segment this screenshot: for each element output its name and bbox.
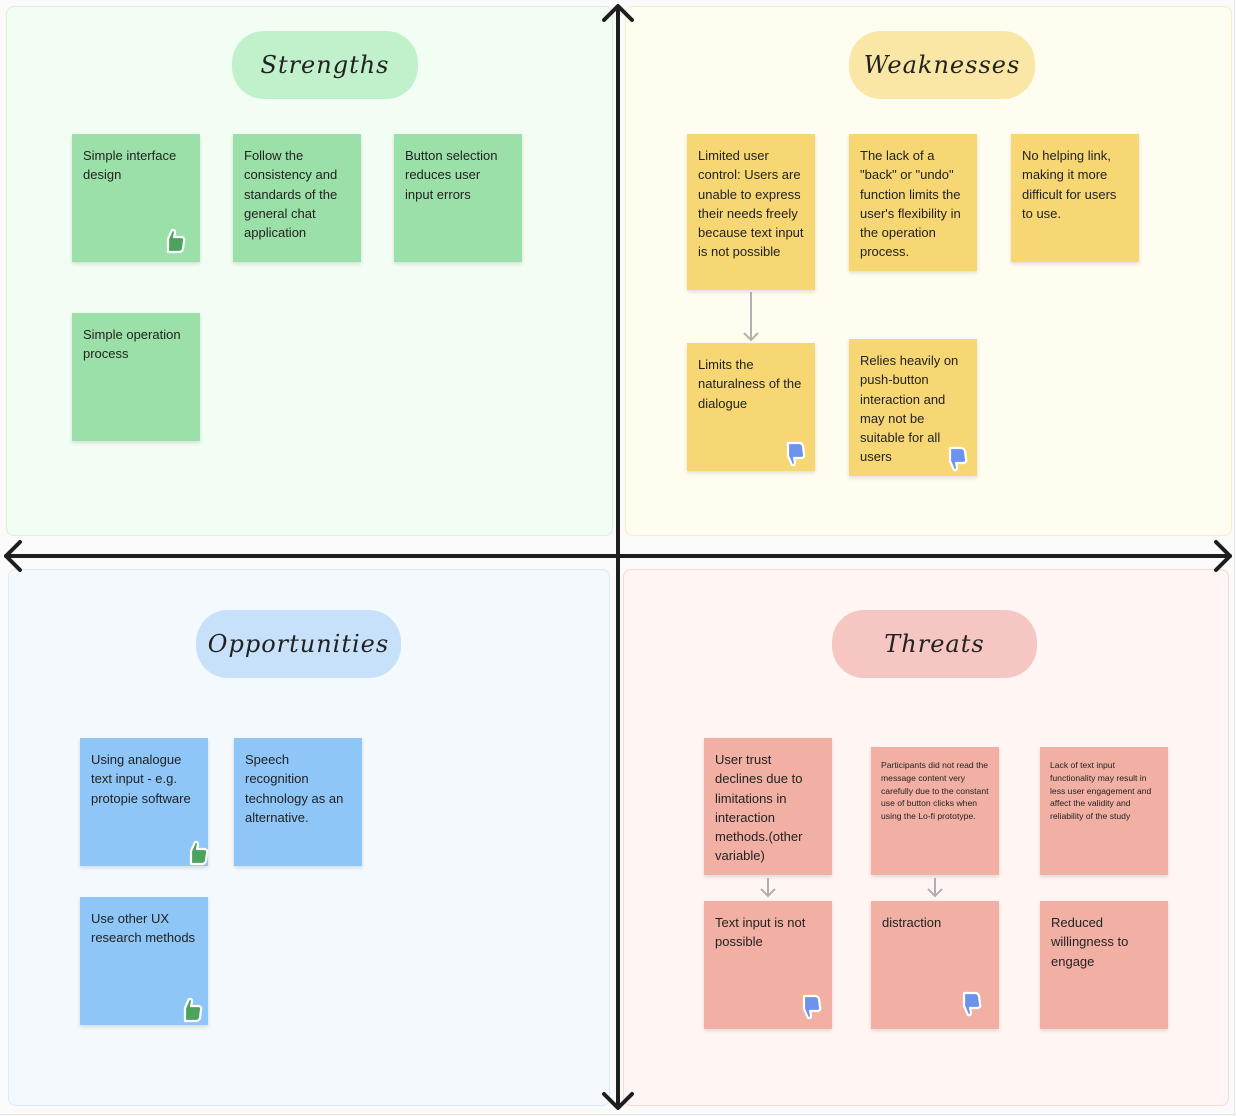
swot-board: Strengths Weaknesses Opportunities Threa… [0,0,1235,1115]
quadrant-axes [4,4,1232,1110]
